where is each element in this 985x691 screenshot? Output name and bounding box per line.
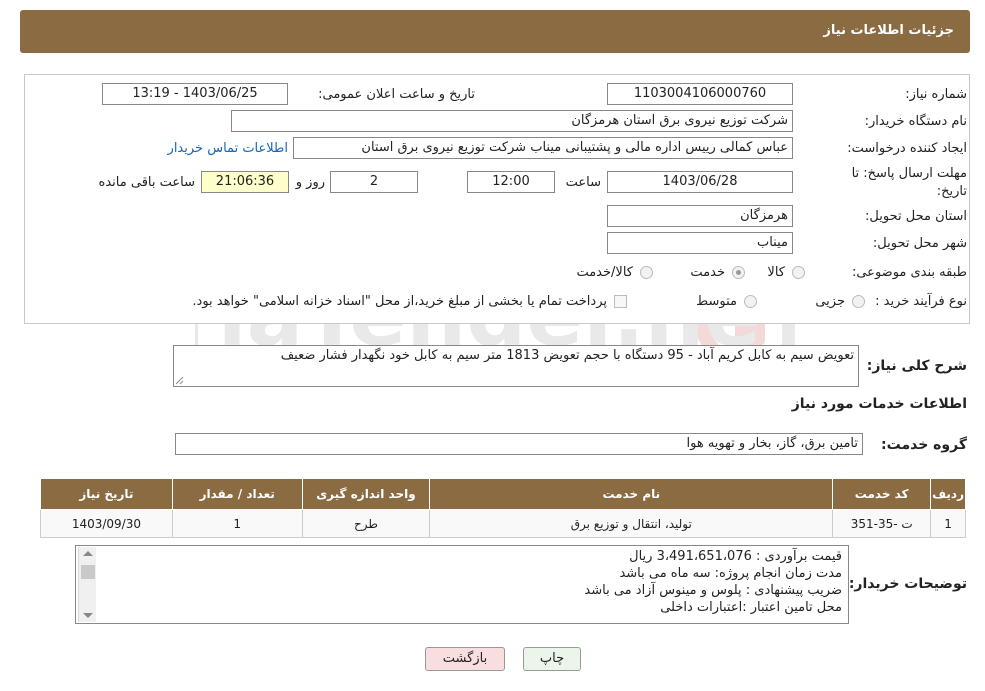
- province-field: هرمزگان: [607, 205, 793, 227]
- need-number-field: 1103004106000760: [607, 83, 793, 105]
- treasury-payment-checkbox[interactable]: [614, 295, 627, 308]
- days-field: 2: [330, 171, 418, 193]
- buyer-notes-label: توضیحات خریدار:: [848, 576, 967, 592]
- col-name: نام خدمت: [429, 478, 834, 510]
- category-radio-service[interactable]: [732, 266, 745, 279]
- service-group-field: تامین برق، گاز، بخار و تهویه هوا: [175, 433, 863, 455]
- table-row: 1 ت -35-351 تولید، انتقال و توزیع برق طر…: [40, 509, 966, 538]
- buyer-notes-scrollbar[interactable]: [78, 547, 96, 622]
- city-label: شهر محل تحویل:: [872, 236, 967, 251]
- col-quantity: تعداد / مقدار: [171, 478, 303, 510]
- col-unit: واحد اندازه گیری: [301, 478, 431, 510]
- category-option-goods-service: کالا/خدمت: [576, 265, 633, 280]
- page-header: جزئیات اطلاعات نیاز: [20, 10, 970, 53]
- cell-date: 1403/09/30: [40, 509, 173, 538]
- remaining-label: ساعت باقی مانده: [98, 175, 195, 190]
- scroll-thumb[interactable]: [81, 565, 95, 579]
- cell-quantity: 1: [171, 509, 303, 538]
- creator-field: عباس کمالی رییس اداره مالی و پشتیبانی می…: [293, 137, 793, 159]
- need-number-label: شماره نیاز:: [905, 87, 967, 102]
- province-label: استان محل تحویل:: [865, 209, 967, 224]
- col-date: تاریخ نیاز: [40, 478, 173, 510]
- cell-name: تولید، انتقال و توزیع برق: [429, 509, 834, 538]
- announce-field: 1403/06/25 - 13:19: [102, 83, 288, 105]
- deadline-date-field: 1403/06/28: [607, 171, 793, 193]
- print-button[interactable]: چاپ: [523, 647, 581, 671]
- buyer-note-line: قیمت برآوردی : 3،491،651،076 ریال: [629, 549, 842, 564]
- process-label: نوع فرآیند خرید :: [875, 294, 967, 309]
- process-radio-medium[interactable]: [744, 295, 757, 308]
- scroll-down-icon[interactable]: [83, 613, 93, 618]
- col-row: ردیف: [930, 478, 966, 510]
- category-radio-goods-service[interactable]: [640, 266, 653, 279]
- category-option-goods: کالا: [767, 265, 785, 280]
- category-radio-goods[interactable]: [792, 266, 805, 279]
- creator-label: ایجاد کننده درخواست:: [847, 141, 967, 156]
- cell-code: ت -35-351: [832, 509, 932, 538]
- deadline-label: مهلت ارسال پاسخ: تا تاریخ:: [851, 166, 967, 199]
- buyer-field: شرکت توزیع نیروی برق استان هرمزگان: [231, 110, 793, 132]
- buyer-note-line: محل تامین اعتبار :اعتبارات داخلی: [660, 600, 842, 615]
- service-group-label: گروه خدمت:: [881, 437, 967, 453]
- summary-text: تعویض سیم به کابل کریم آباد - 95 دستگاه …: [280, 348, 854, 363]
- services-table-header: ردیف کد خدمت نام خدمت واحد اندازه گیری ت…: [40, 478, 966, 510]
- resize-grip-icon[interactable]: [174, 375, 184, 385]
- cell-row: 1: [930, 509, 966, 538]
- contact-buyer-link[interactable]: اطلاعات تماس خریدار: [168, 141, 288, 156]
- back-button[interactable]: بازگشت: [425, 647, 505, 671]
- cell-unit: طرح: [301, 509, 431, 538]
- buyer-notes-textarea[interactable]: قیمت برآوردی : 3،491،651،076 ریال مدت زم…: [75, 545, 849, 624]
- deadline-time-label: ساعت: [565, 175, 601, 190]
- col-code: کد خدمت: [832, 478, 932, 510]
- services-table: ردیف کد خدمت نام خدمت واحد اندازه گیری ت…: [40, 478, 966, 538]
- services-section-title: اطلاعات خدمات مورد نیاز: [791, 396, 967, 412]
- buyer-note-line: ضریب پیشنهادی : پلوس و مینوس آزاد می باش…: [584, 583, 842, 598]
- buyer-note-line: مدت زمان انجام پروژه: سه ماه می باشد: [619, 566, 842, 581]
- remaining-time-field: 21:06:36: [201, 171, 289, 193]
- page-title: جزئیات اطلاعات نیاز: [823, 23, 954, 38]
- process-radio-partial[interactable]: [852, 295, 865, 308]
- category-option-service: خدمت: [690, 265, 725, 280]
- scroll-up-icon[interactable]: [83, 551, 93, 556]
- category-label: طبقه بندی موضوعی:: [851, 265, 967, 280]
- days-label: روز و: [295, 175, 325, 190]
- announce-label: تاریخ و ساعت اعلان عمومی:: [318, 87, 475, 102]
- deadline-time-field: 12:00: [467, 171, 555, 193]
- summary-label: شرح کلی نیاز:: [866, 358, 967, 374]
- summary-textarea[interactable]: تعویض سیم به کابل کریم آباد - 95 دستگاه …: [173, 345, 859, 387]
- treasury-payment-note: پرداخت تمام یا بخشی از مبلغ خرید،از محل …: [192, 294, 607, 309]
- city-field: میناب: [607, 232, 793, 254]
- process-option-partial: جزیی: [815, 294, 845, 309]
- buyer-label: نام دستگاه خریدار:: [864, 114, 967, 129]
- process-option-medium: متوسط: [696, 294, 737, 309]
